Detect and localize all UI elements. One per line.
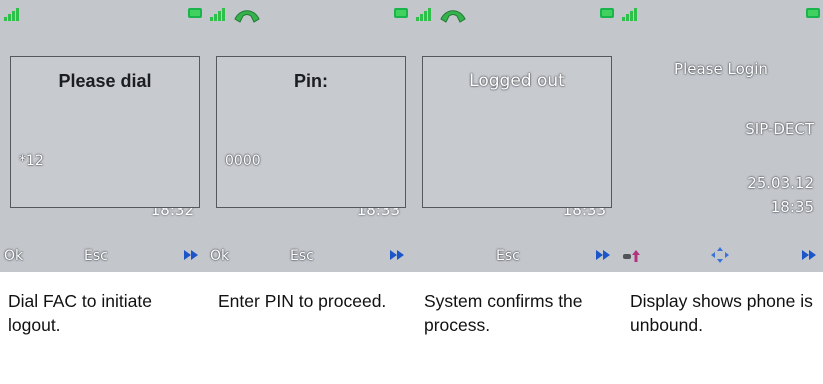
date-display: 25.03.12: [747, 174, 814, 192]
signal-icon: [210, 8, 225, 21]
key-icon[interactable]: [622, 248, 642, 264]
handset-screen-logged-out: 18:33 Logged out Esc: [412, 0, 618, 272]
battery-icon: [806, 8, 820, 18]
system-name: SIP-DECT: [745, 120, 814, 138]
signal-icon: [622, 8, 637, 21]
esc-softkey[interactable]: Esc: [496, 248, 520, 264]
caption-step-2: Enter PIN to proceed.: [218, 291, 387, 311]
battery-icon: [600, 8, 614, 18]
esc-softkey[interactable]: Esc: [290, 248, 314, 264]
handset-screen-pin: 18:33 Pin: 0000 Ok Esc: [206, 0, 412, 272]
handset-screen-dial: 18:32 Please dial *12 Ok Esc: [0, 0, 206, 272]
signal-icon: [4, 8, 19, 21]
dial-dialog: Please dial *12: [10, 56, 200, 208]
handset-screen-idle: Please Login SIP-DECT 25.03.12 18:35: [618, 0, 823, 272]
caption-step-3: System confirms the process.: [424, 291, 583, 335]
ok-softkey[interactable]: Ok: [210, 248, 229, 264]
logout-dialog: Logged out: [422, 56, 612, 208]
dialog-title: Please dial: [58, 71, 152, 91]
next-icon[interactable]: [388, 248, 408, 262]
dialog-title: Pin:: [294, 71, 328, 91]
caption-step-1: Dial FAC to initiate logout.: [8, 291, 152, 335]
handset-icon: [234, 10, 260, 23]
next-icon[interactable]: [182, 248, 202, 262]
next-icon[interactable]: [594, 248, 614, 262]
time-display: 18:35: [770, 198, 814, 216]
pin-dialog: Pin: 0000: [216, 56, 406, 208]
dialog-title: Logged out: [469, 71, 565, 91]
esc-softkey[interactable]: Esc: [84, 248, 108, 264]
handset-icon: [440, 10, 466, 23]
battery-icon: [394, 8, 408, 18]
next-icon[interactable]: [800, 248, 820, 262]
signal-icon: [416, 8, 431, 21]
login-prompt: Please Login: [674, 60, 768, 78]
dial-entry-field[interactable]: *12: [19, 153, 44, 169]
battery-icon: [188, 8, 202, 18]
nav-icon[interactable]: [710, 246, 730, 264]
pin-entry-field[interactable]: 0000: [225, 153, 261, 169]
caption-step-4: Display shows phone is unbound.: [630, 291, 813, 335]
ok-softkey[interactable]: Ok: [4, 248, 23, 264]
